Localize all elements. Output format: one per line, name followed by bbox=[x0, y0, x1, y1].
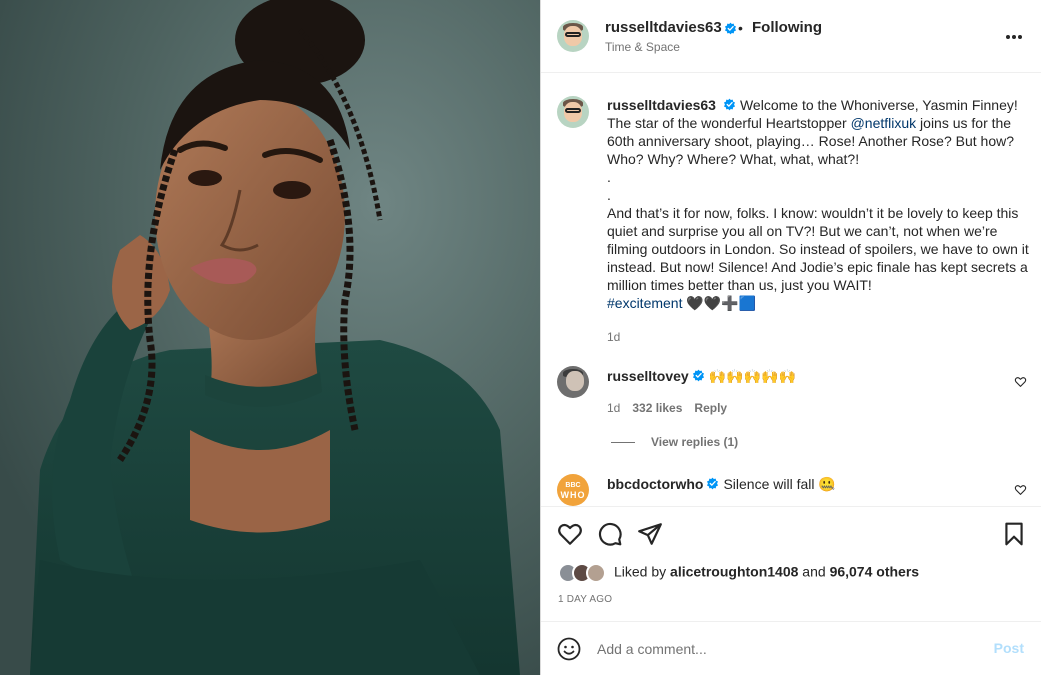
likes-summary: Liked by alicetroughton1408 and 96,074 o… bbox=[558, 563, 919, 583]
verified-badge-icon bbox=[707, 477, 719, 490]
more-horizontal-icon[interactable] bbox=[1005, 34, 1023, 40]
comment-author[interactable]: bbcdoctorwho bbox=[607, 476, 703, 492]
avatar-logo-text: BBC bbox=[565, 482, 581, 489]
liked-by-user[interactable]: alicetroughton1408 bbox=[670, 564, 798, 580]
likes-count[interactable]: 96,074 others bbox=[830, 564, 920, 580]
author-username[interactable]: russelltdavies63 bbox=[605, 19, 722, 36]
liker-avatars[interactable] bbox=[558, 563, 610, 583]
comment-text: 🙌🙌🙌🙌🙌 bbox=[708, 368, 796, 384]
comments-scroll-area[interactable]: russelltdavies63 Welcome to the Whoniver… bbox=[541, 74, 1041, 506]
comment-like-heart-icon[interactable] bbox=[1014, 483, 1027, 496]
caption-text-2: joins us for the 60th anniversary shoot,… bbox=[607, 115, 1029, 293]
post-location[interactable]: Time & Space bbox=[605, 40, 680, 54]
likes-prefix: Liked by bbox=[614, 563, 671, 580]
comment-item: russelltovey 🙌🙌🙌🙌🙌 bbox=[607, 367, 1017, 385]
post-comment-button[interactable]: Post bbox=[994, 640, 1024, 656]
add-comment-bar: Post bbox=[541, 621, 1041, 675]
post-detail-panel: russelltdavies63 • Following Time & Spac… bbox=[540, 0, 1041, 675]
post-caption: russelltdavies63 Welcome to the Whoniver… bbox=[607, 96, 1031, 346]
author-avatar[interactable] bbox=[557, 20, 589, 52]
reply-button[interactable]: Reply bbox=[694, 401, 727, 415]
post-actions: Liked by alicetroughton1408 and 96,074 o… bbox=[541, 506, 1041, 621]
following-button[interactable]: Following bbox=[752, 19, 822, 36]
commenter-avatar[interactable] bbox=[557, 366, 589, 398]
comment-bubble-icon[interactable] bbox=[597, 521, 623, 547]
view-replies-button[interactable]: View replies (1) bbox=[611, 435, 738, 449]
avatar-logo-text: WHO bbox=[560, 490, 586, 500]
save-bookmark-icon[interactable] bbox=[1001, 521, 1027, 547]
comment-text: Silence will fall 🤐 bbox=[723, 476, 836, 492]
mention-link[interactable]: @netflixuk bbox=[851, 115, 917, 131]
likes-middle: and bbox=[798, 563, 830, 580]
comment-like-heart-icon[interactable] bbox=[1014, 375, 1027, 388]
hashtag-link[interactable]: #excitement bbox=[607, 295, 682, 311]
portrait-image bbox=[0, 0, 540, 675]
caption-author-avatar[interactable] bbox=[557, 96, 589, 128]
comment-time[interactable]: 1d bbox=[607, 401, 620, 415]
caption-author-username[interactable]: russelltdavies63 bbox=[607, 97, 716, 113]
view-replies-label: View replies (1) bbox=[651, 435, 739, 449]
comment-input[interactable] bbox=[597, 638, 967, 660]
post-date[interactable]: 1 DAY AGO bbox=[558, 594, 612, 605]
verified-badge-icon bbox=[692, 369, 704, 382]
post-photo[interactable] bbox=[0, 0, 540, 675]
commenter-avatar[interactable]: BBC WHO bbox=[557, 474, 589, 506]
comment-item: bbcdoctorwho Silence will fall 🤐 bbox=[607, 475, 1017, 493]
view-replies-line bbox=[611, 442, 635, 444]
post-header: russelltdavies63 • Following Time & Spac… bbox=[541, 0, 1041, 73]
verified-badge-icon bbox=[723, 98, 735, 111]
like-heart-icon[interactable] bbox=[557, 521, 583, 547]
share-send-icon[interactable] bbox=[637, 521, 663, 547]
comment-author[interactable]: russelltovey bbox=[607, 368, 689, 384]
header-separator: • bbox=[738, 20, 743, 36]
comment-meta: 1d 332 likes Reply bbox=[607, 401, 739, 415]
comment-likes[interactable]: 332 likes bbox=[632, 401, 682, 415]
caption-timestamp[interactable]: 1d bbox=[607, 328, 1031, 346]
verified-badge-icon bbox=[724, 22, 737, 35]
caption-emojis: 🖤🖤➕🟦 bbox=[682, 295, 757, 311]
emoji-smiley-icon[interactable] bbox=[557, 637, 581, 661]
